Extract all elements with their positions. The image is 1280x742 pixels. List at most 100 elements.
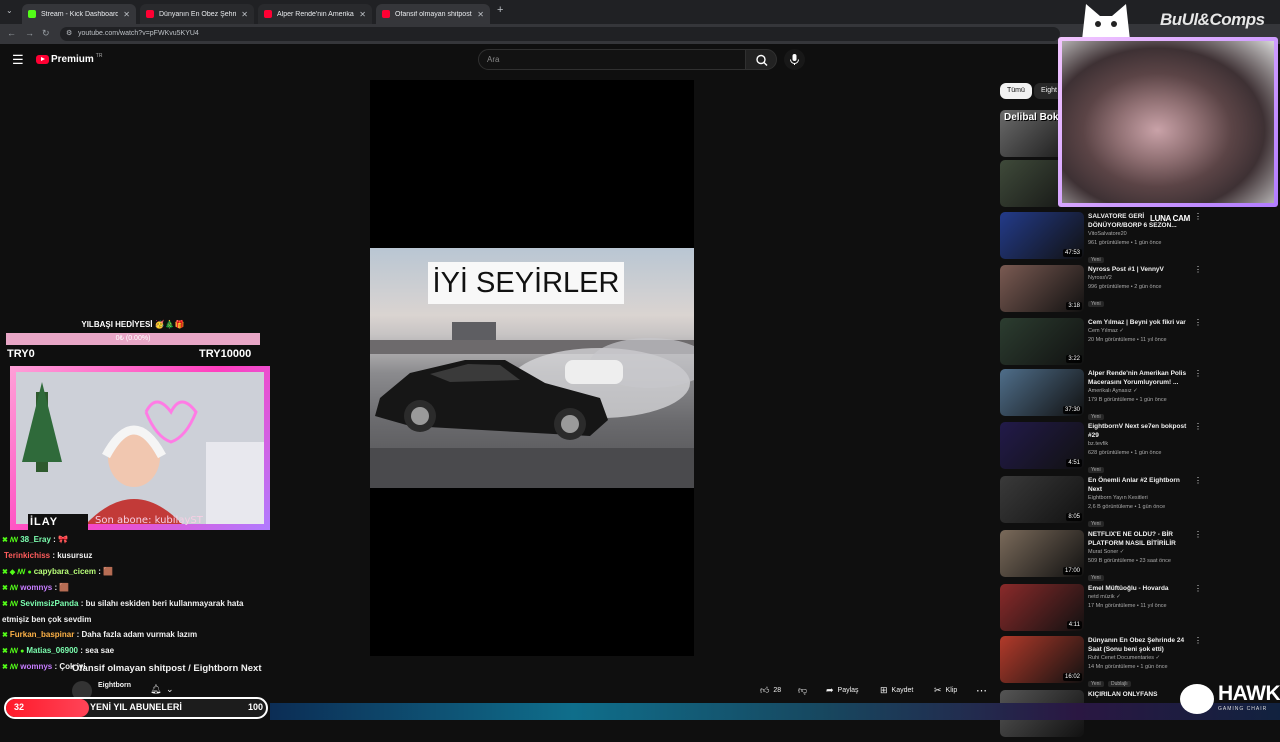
voice-search-button[interactable]	[784, 49, 805, 70]
related-video-item[interactable]: 17:00 NETFLIX'E NE OLDU? - BİR PLATFORM …	[1000, 530, 1202, 582]
video-thumbnail[interactable]: 17:00	[1000, 530, 1084, 577]
tab-obez-sehir[interactable]: Dünyanın En Obez Şehrinde 24 ✕	[140, 4, 254, 24]
video-duration: 16:02	[1062, 673, 1082, 681]
video-title: NETFLIX'E NE OLDU? - BİR PLATFORM NASIL …	[1088, 531, 1176, 547]
video-thumbnail[interactable]: 4:51	[1000, 422, 1084, 469]
chat-message: ✖ ꟿ womnys : 🟫	[2, 580, 270, 596]
video-thumbnail[interactable]: 4:11	[1000, 584, 1084, 631]
dislike-button[interactable]: 👎︎	[798, 681, 807, 699]
chat-username[interactable]: Matias_06900	[26, 646, 78, 655]
share-label: Paylaş	[837, 686, 859, 694]
chevron-down-icon[interactable]: ⌄	[166, 684, 174, 695]
forward-icon[interactable]: →	[25, 28, 34, 38]
video-duration: 17:00	[1062, 567, 1082, 575]
video-thumbnail[interactable]: 3:18	[1000, 265, 1084, 312]
close-icon[interactable]: ✕	[241, 10, 248, 19]
chat-username[interactable]: capybara_cicem	[34, 567, 96, 576]
close-icon[interactable]: ✕	[477, 10, 484, 19]
new-badge: Yeni	[1088, 467, 1104, 473]
tab-alper-rende[interactable]: Alper Rende'nin Amerikan Poli ✕	[258, 4, 372, 24]
video-title: EightbornV Next se7en bokpost #29	[1088, 423, 1187, 439]
video-meta: Dünyanın En Obez Şehrinde 24 Saat (Sonu …	[1088, 636, 1192, 690]
scissors-icon: ✂	[934, 684, 942, 695]
view-count: 20 Mn görüntüleme • 11 yıl önce	[1088, 337, 1167, 343]
reload-icon[interactable]: ↻	[42, 28, 50, 39]
tab-title: Alper Rende'nin Amerikan Poli	[277, 10, 354, 18]
more-vert-icon[interactable]: ⋮	[1194, 212, 1202, 221]
more-vert-icon[interactable]: ⋮	[1194, 530, 1202, 539]
channel-name[interactable]: Eightborn	[98, 682, 131, 689]
new-tab-button[interactable]: +	[497, 4, 503, 16]
video-thumbnail[interactable]: 3:22	[1000, 318, 1084, 365]
related-video-item[interactable]: 4:11 Emel Müftüoğlu - Hovarda netd müzik…	[1000, 584, 1202, 636]
save-button[interactable]: ⊞ Kaydet	[880, 681, 913, 699]
chat-text: : Çok iyi	[54, 662, 86, 671]
back-icon[interactable]: ←	[7, 28, 16, 38]
bell-icon[interactable]: 🔔︎	[150, 684, 161, 695]
video-meta: Cem Yılmaz | Beyni yok fikri var Cem Yıl…	[1088, 318, 1192, 345]
clip-button[interactable]: ✂ Klip	[934, 681, 957, 699]
video-duration: 8:05	[1066, 513, 1082, 521]
more-actions-icon[interactable]: ⋯	[976, 681, 987, 699]
related-video-item[interactable]: 4:51 EightbornV Next se7en bokpost #29 b…	[1000, 422, 1202, 474]
tab-ofansif-shitpost[interactable]: Ofansif olmayan shitpost / Eigh ✕	[376, 4, 490, 24]
chat-username[interactable]: womnys	[20, 662, 52, 671]
streamer-scene	[16, 372, 264, 524]
kick-favicon-icon	[28, 10, 36, 18]
sponsor-brand-sub: GAMING CHAIR	[1218, 706, 1268, 712]
chat-message: ✖ ꟿ womnys : Çok iyi	[2, 659, 270, 675]
search-input[interactable]: Ara	[478, 49, 746, 70]
video-duration: 4:51	[1066, 459, 1082, 467]
video-thumbnail[interactable]: 37:30	[1000, 369, 1084, 416]
tab-list-icon[interactable]: ⌄	[6, 6, 13, 15]
chat-username[interactable]: 38_Eray	[20, 535, 51, 544]
search-button[interactable]	[745, 49, 777, 70]
related-video-item[interactable]: 8:05 En Önemli Anlar #2 Eightborn Next E…	[1000, 476, 1202, 528]
related-video-item[interactable]: 16:02 Dünyanın En Obez Şehrinde 24 Saat …	[1000, 636, 1202, 690]
chat-username[interactable]: Terinkichiss	[4, 551, 50, 560]
chat-username[interactable]: womnys	[20, 583, 52, 592]
more-vert-icon[interactable]: ⋮	[1194, 476, 1202, 485]
chat-message: Terinkichiss : kusursuz	[2, 548, 270, 564]
clip-label: Klip	[945, 686, 958, 694]
subscriber-goal-target: 100	[248, 702, 264, 712]
video-meta: Nyross Post #1 | VennyV NyrossV2 996 gör…	[1088, 265, 1192, 310]
address-bar[interactable]: ⚙ youtube.com/watch?v=pFWKvu5KYU4	[60, 27, 1060, 41]
related-video-item[interactable]: 37:30 Alper Rende'nin Amerikan Polis Mac…	[1000, 369, 1202, 421]
close-icon[interactable]: ✕	[123, 10, 130, 19]
video-thumbnail[interactable]: 8:05	[1000, 476, 1084, 523]
more-vert-icon[interactable]: ⋮	[1194, 422, 1202, 431]
chat-message: ✖ Furkan_baspinar : Daha fazla adam vurma…	[2, 627, 270, 643]
new-badge: Yeni	[1088, 521, 1104, 527]
more-vert-icon[interactable]: ⋮	[1194, 584, 1202, 593]
share-button[interactable]: ➦ Paylaş	[826, 681, 859, 699]
chip-all[interactable]: Tümü	[1000, 83, 1032, 99]
site-info-icon[interactable]: ⚙	[66, 27, 72, 41]
close-icon[interactable]: ✕	[359, 10, 366, 19]
more-vert-icon[interactable]: ⋮	[1194, 265, 1202, 274]
video-thumbnail[interactable]: 47:53	[1000, 212, 1084, 259]
video-duration: 3:18	[1066, 302, 1082, 310]
chat-text: : 🟫	[54, 583, 70, 592]
more-vert-icon[interactable]: ⋮	[1194, 318, 1202, 327]
goal-min: TRY0	[7, 348, 35, 360]
chat-username[interactable]: SevimsizPanda	[20, 599, 78, 608]
menu-icon[interactable]: ☰	[12, 52, 24, 68]
view-count: 996 görüntüleme • 2 gün önce	[1088, 284, 1162, 290]
tab-kick-dashboard[interactable]: Stream - Kick Dashboard ✕	[22, 4, 136, 24]
related-video-item[interactable]: 3:18 Nyross Post #1 | VennyV NyrossV2 99…	[1000, 265, 1202, 317]
chat-message: ✖ ꟿ 38_Eray : 🎀	[2, 532, 270, 548]
like-button[interactable]: 👍︎ 28	[760, 681, 781, 699]
chat-username[interactable]: Furkan_baspinar	[10, 630, 74, 639]
url-text: youtube.com/watch?v=pFWKvu5KYU4	[78, 30, 199, 37]
new-badge: Yeni	[1088, 301, 1104, 307]
save-label: Kaydet	[891, 686, 914, 694]
youtube-logo[interactable]: Premium TR	[36, 53, 102, 65]
related-video-item[interactable]: 3:22 Cem Yılmaz | Beyni yok fikri var Ce…	[1000, 318, 1202, 370]
streamer-name: İLAY	[30, 516, 59, 528]
more-vert-icon[interactable]: ⋮	[1194, 636, 1202, 645]
chat-badges: ✖ ꟿ	[2, 664, 19, 671]
video-thumbnail[interactable]: 16:02	[1000, 636, 1084, 683]
more-vert-icon[interactable]: ⋮	[1194, 369, 1202, 378]
chat-text: : 🟫	[98, 567, 114, 576]
